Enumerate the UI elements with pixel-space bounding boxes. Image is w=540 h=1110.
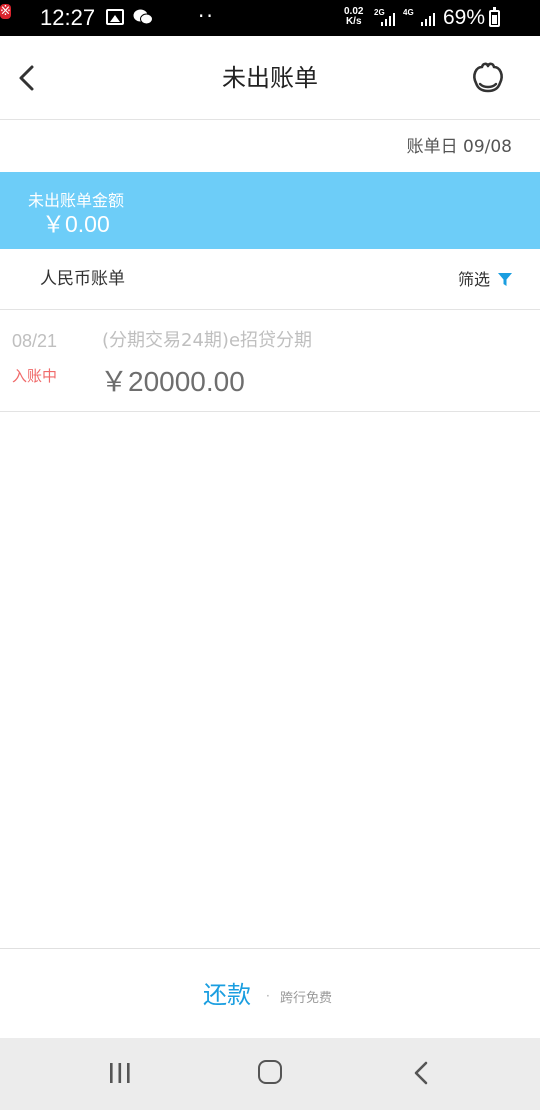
- gallery-icon: [106, 9, 124, 25]
- network-speed-unit: K/s: [345, 16, 362, 27]
- transaction-row[interactable]: 08/21 入账中 (分期交易24期)e招贷分期 ￥20000.00: [0, 310, 540, 412]
- wechat-icon: [133, 9, 153, 25]
- customer-service-icon[interactable]: [470, 61, 506, 95]
- filter-button[interactable]: 筛选: [458, 270, 490, 290]
- page-title: 未出账单: [222, 64, 318, 92]
- unbilled-amount-value: ￥0.00: [42, 211, 110, 237]
- billing-day: 账单日 09/08: [406, 137, 512, 157]
- unbilled-summary-panel: 未出账单金额 ￥0.00: [0, 172, 540, 249]
- separator-dot: ·: [266, 989, 270, 1003]
- more-notifications-icon: ··: [198, 4, 215, 28]
- unbilled-amount-label: 未出账单金额: [28, 191, 125, 210]
- app-notification-icon: ※: [0, 4, 11, 19]
- bottom-action-bar: 还款 · 跨行免费: [0, 948, 540, 1038]
- currency-tab-row: 人民币账单 筛选: [0, 249, 540, 310]
- signal-icon-2: [421, 13, 435, 26]
- transaction-status: 入账中: [12, 367, 58, 385]
- transaction-description: (分期交易24期)e招贷分期: [102, 330, 313, 351]
- transaction-date: 08/21: [12, 331, 58, 351]
- home-icon[interactable]: [258, 1060, 282, 1084]
- repay-button[interactable]: 还款: [203, 979, 251, 1011]
- back-nav-icon[interactable]: [412, 1061, 430, 1085]
- battery-percent: 69%: [443, 6, 486, 29]
- app-header: 未出账单: [0, 36, 540, 120]
- filter-icon[interactable]: [498, 273, 512, 287]
- rmb-bill-tab[interactable]: 人民币账单: [40, 268, 125, 290]
- transaction-amount: ￥20000.00: [100, 366, 245, 397]
- status-bar: 12:27 ※ ·· 0.02 K/s 2G 4G 69%: [0, 0, 540, 36]
- network-type-4g: 4G: [403, 8, 414, 17]
- battery-icon: [489, 7, 500, 27]
- network-speed: 0.02 K/s: [344, 7, 363, 27]
- system-nav-bar: [0, 1038, 540, 1110]
- signal-icon: [381, 13, 395, 26]
- status-time: 12:27: [40, 5, 96, 30]
- recent-apps-icon[interactable]: [108, 1062, 132, 1084]
- repay-note: 跨行免费: [280, 991, 333, 1006]
